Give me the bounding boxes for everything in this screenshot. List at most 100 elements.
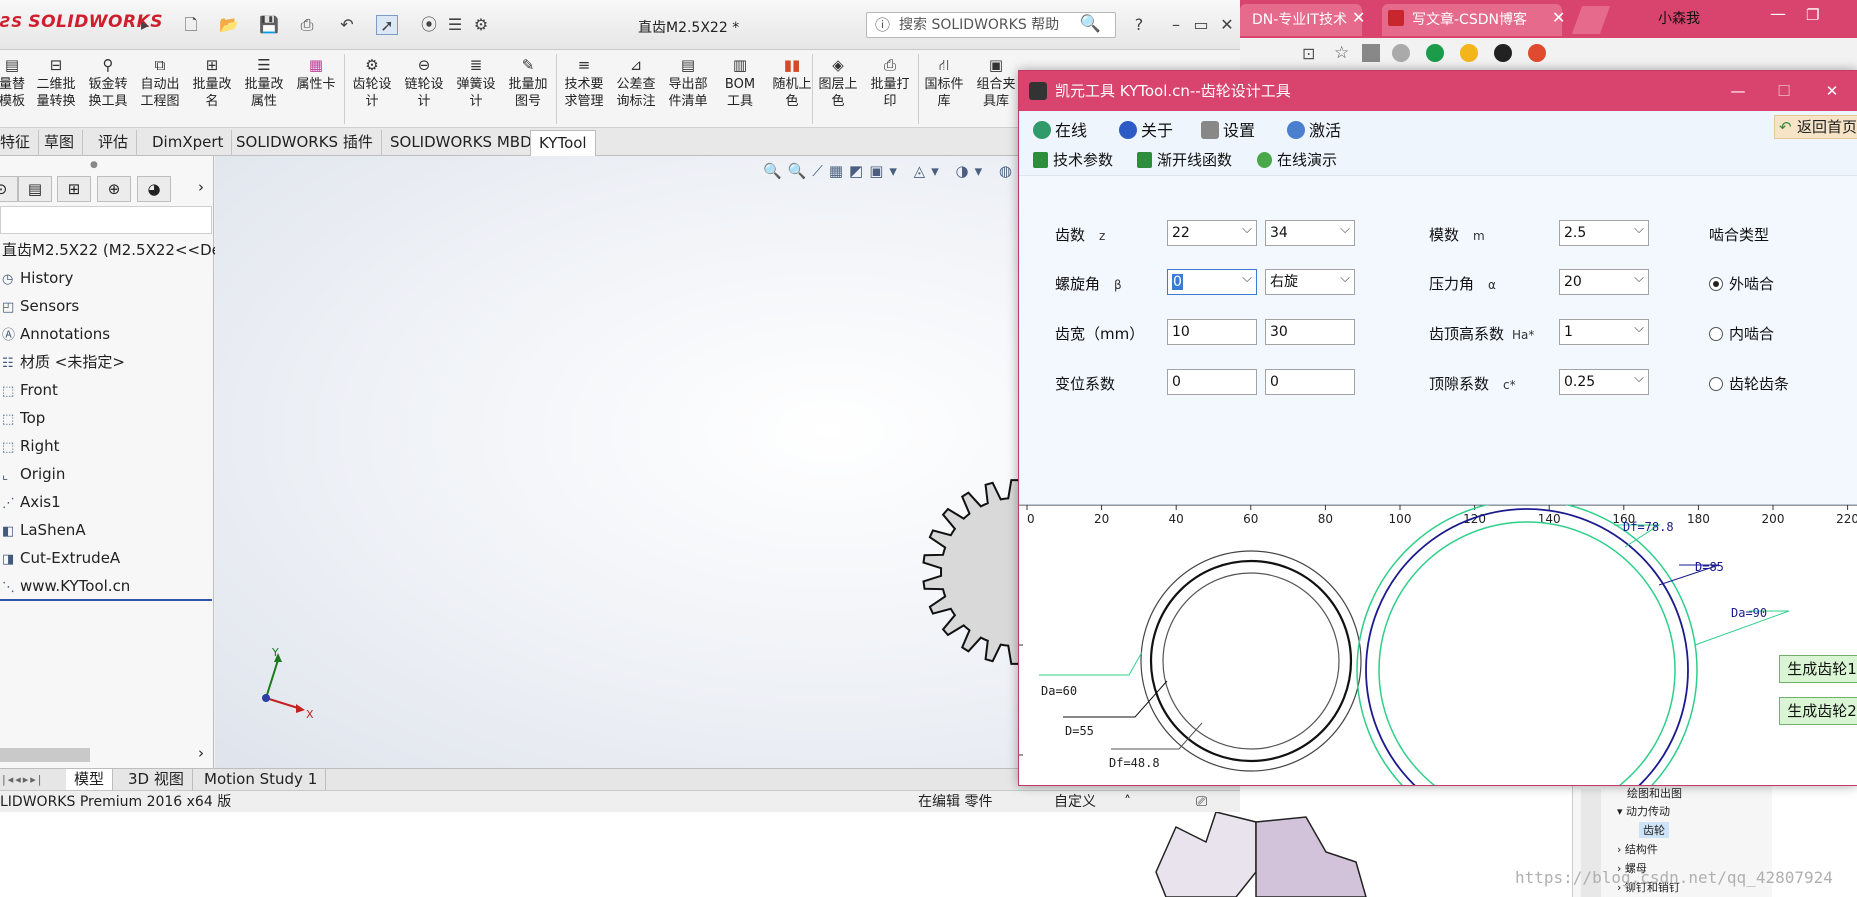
shift-x2-input[interactable]: 0 [1265,369,1355,395]
units-dropdown[interactable]: 自定义 [1054,791,1096,813]
ribbon-button[interactable]: ▤ 导出部 件清单 [662,56,714,110]
menu-activate[interactable]: 激活 [1287,117,1341,141]
browser-tab-write[interactable]: 写文章-CSDN博客 [1382,4,1562,36]
options-gear-icon[interactable]: ⚙ [470,15,492,35]
new-document-icon[interactable]: 🗋 [180,15,202,35]
shift-x1-input[interactable]: 0 [1167,369,1257,395]
teeth-z2-select[interactable]: 34 [1265,218,1355,246]
tab-kytool[interactable]: KYTool [530,130,596,156]
tree-item-sensors[interactable]: ◰ Sensors [2,294,79,318]
tree-item-top[interactable]: ⬚ Top [2,406,45,430]
flyout-arrow-icon[interactable]: ▸ [134,15,156,35]
minimize-icon[interactable]: – [1165,15,1187,35]
addendum-select[interactable]: 1 [1559,317,1649,345]
tab-features[interactable]: 特征 [0,130,40,156]
help-search-input[interactable]: ⓘ 搜索 SOLIDWORKS 帮助 🔍 [866,12,1116,38]
close-icon[interactable]: ✕ [1352,8,1365,27]
save-icon[interactable]: 💾 [258,15,280,35]
generate-gear1-button[interactable]: 生成齿轮1 [1779,655,1857,683]
star-icon[interactable]: ☆ [1334,43,1349,63]
helix-angle-select[interactable]: 0 [1167,267,1257,295]
width-b1-input[interactable]: 10 [1167,319,1257,345]
maximize-icon[interactable]: ❐ [1806,6,1819,24]
tab-sketch[interactable]: 草图 [36,130,84,156]
translate-icon[interactable]: ⊡ [1302,44,1315,63]
chevron-right-icon[interactable]: › [198,744,204,762]
tree-item-history[interactable]: ◷ History [2,266,73,290]
tree-root[interactable]: 直齿M2.5X22 (M2.5X22<<De [2,238,221,262]
module-select[interactable]: 2.5 [1559,218,1649,246]
tree-item-axis1[interactable]: ⋰ Axis1 [2,490,61,514]
close-icon[interactable]: ✕ [1216,15,1238,35]
ribbon-button[interactable]: ◈ 图层上色 [812,56,864,110]
mesh-internal-radio[interactable]: 内啮合 [1709,323,1774,344]
tab-motion-study[interactable]: Motion Study 1 [196,769,327,791]
tree-item[interactable]: › 结构件 [1617,841,1658,857]
open-folder-icon[interactable]: 📂 [218,15,240,35]
tree-item-origin[interactable]: ⌞ Origin [2,462,65,486]
display-manager-tab[interactable]: ◕ [137,176,171,202]
panel-grip[interactable]: ● [90,160,98,170]
tree-item-annotations[interactable]: Ⓐ Annotations [2,322,110,346]
extension-icon[interactable] [1426,44,1444,62]
close-icon[interactable]: ✕ [1809,71,1855,111]
chrome-icon[interactable] [1528,44,1546,62]
tree-item-lashena[interactable]: ◧ LaShenA [2,518,86,542]
restore-icon[interactable]: ▭ [1190,15,1212,35]
undo-icon[interactable]: ↶ [336,15,358,35]
extension-icon[interactable] [1392,44,1410,62]
pressure-angle-select[interactable]: 20 [1559,267,1649,295]
ribbon-button[interactable]: ⊞ 批量改名 [186,56,238,110]
tab-addins[interactable]: SOLIDWORKS 插件 [228,130,382,156]
browser-user-name[interactable]: 小森我 [1658,8,1700,28]
ribbon-button[interactable]: ⚙ 齿轮设计 [346,56,398,110]
menu-about[interactable]: 关于 [1119,117,1173,141]
generate-gear2-button[interactable]: 生成齿轮2 [1779,697,1857,725]
tab-scroll-arrows[interactable]: |◂◂▸▸| [2,773,44,786]
ribbon-button[interactable]: ⊖ 链轮设计 [398,56,450,110]
extension-icon[interactable] [1362,44,1380,62]
mesh-external-radio[interactable]: 外啮合 [1709,273,1774,294]
close-icon[interactable]: ✕ [1552,8,1565,27]
rebuild-icon[interactable]: ⎚ [1196,791,1207,813]
menu-settings[interactable]: 设置 [1201,117,1255,141]
minimize-icon[interactable]: — [1770,4,1786,23]
chevron-up-icon[interactable]: ˄ [1124,791,1131,813]
search-icon[interactable]: 🔍 [1080,12,1101,36]
traffic-light-icon[interactable]: ⦿ [418,15,440,35]
online-demo-button[interactable]: 在线演示 [1257,149,1337,170]
tree-item[interactable]: ▾ 动力传动 [1617,803,1670,819]
extension-icon[interactable] [1494,44,1512,62]
maximize-icon[interactable]: ☐ [1761,71,1807,111]
ribbon-button[interactable]: ▮▮ 随机上色 [766,56,818,110]
tree-item-cut-extrudea[interactable]: ◨ Cut-ExtrudeA [2,546,120,570]
ribbon-button[interactable]: ⚲ 钣金转 换工具 [82,56,134,110]
tab-3d-view[interactable]: 3D 视图 [120,769,193,791]
chevron-right-icon[interactable]: › [198,178,204,196]
tree-item-selected[interactable]: 齿轮 [1639,822,1669,838]
tree-filter-input[interactable] [0,206,212,234]
ribbon-button[interactable]: ⊟ 二维批 量转换 [30,56,82,110]
involute-function-button[interactable]: 渐开线函数 [1137,149,1232,170]
ribbon-button[interactable]: ⛙ 国标件库 [918,56,970,110]
tree-item-kytool[interactable]: ⋱ www.KYTool.cn [2,574,130,598]
ribbon-button[interactable]: ≡ 技术要 求管理 [558,56,610,110]
back-home-button[interactable]: ↶ 返回首页 [1774,115,1857,139]
new-tab-button[interactable] [1571,6,1611,34]
teeth-z1-select[interactable]: 22 [1167,218,1257,246]
feature-tree-tab[interactable]: ⊙ [0,176,18,202]
tab-dimxpert[interactable]: DimXpert [144,130,233,156]
ribbon-button[interactable]: ▥ BOM 工具 [714,56,766,110]
dimxpert-tab[interactable]: ⊕ [97,176,131,202]
ribbon-button[interactable]: ≣ 弹簧设计 [450,56,502,110]
ribbon-button[interactable]: ⊿ 公差查 询标注 [610,56,662,110]
rollback-bar[interactable] [0,599,212,601]
tree-item-material[interactable]: ☷ 材质 <未指定> [2,350,125,374]
menu-online[interactable]: 在线 [1033,117,1087,141]
tab-evaluate[interactable]: 评估 [90,130,138,156]
horizontal-scrollbar[interactable] [0,748,90,762]
browser-tab-csdn[interactable]: DN-专业IT技术 [1240,4,1362,36]
ribbon-button[interactable]: ▣ 组合夹 具库 [970,56,1022,110]
tab-model[interactable]: 模型 [66,769,114,791]
ribbon-button[interactable]: ▦ 属性卡 [290,56,342,93]
